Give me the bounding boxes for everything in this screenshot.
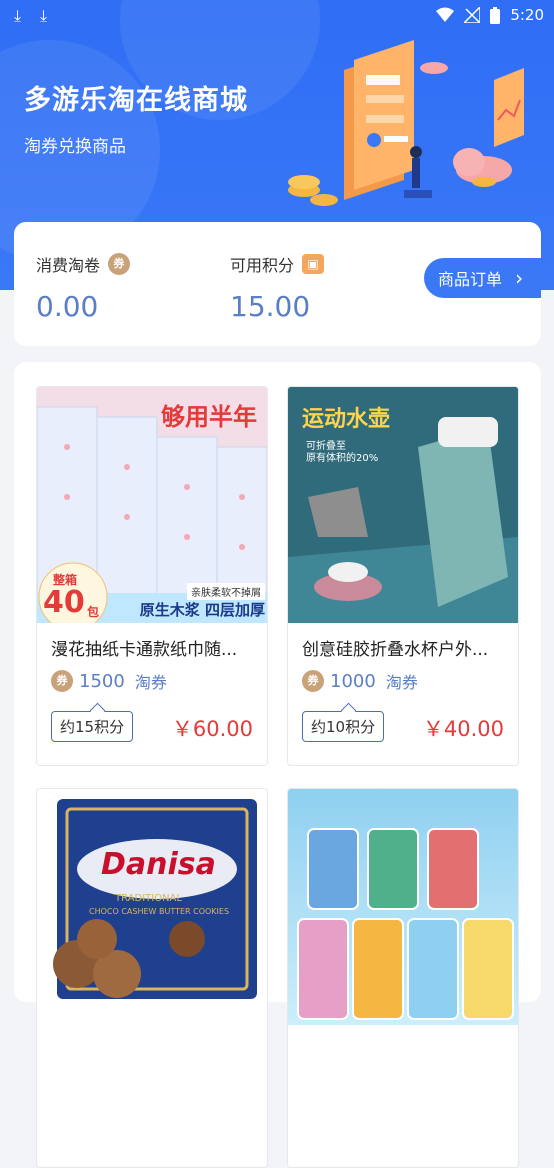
product-image-banner: 运动水壶 bbox=[302, 407, 391, 432]
download-icon: ⤓ bbox=[14, 6, 22, 25]
product-image-brand: Danisa bbox=[101, 847, 216, 882]
signal-off-icon bbox=[464, 7, 481, 23]
product-name: 创意硅胶折叠水杯户外... bbox=[302, 640, 489, 660]
coupon-amount: 1000 bbox=[330, 670, 376, 692]
product-image-badge-unit: 包 bbox=[87, 605, 100, 619]
points-tag: 约10积分 bbox=[302, 711, 385, 742]
coupon-value: 0.00 bbox=[36, 290, 99, 323]
product-image-badge-num: 40 bbox=[43, 585, 85, 620]
download-icon: ⤓ bbox=[40, 6, 48, 25]
product-image-banner: 够用半年 bbox=[161, 403, 257, 431]
points-value: 15.00 bbox=[230, 290, 311, 323]
product-image bbox=[288, 789, 518, 1025]
product-grid: 够用半年 整箱 40 包 亲肤柔软不掉屑 原生木浆 四层加厚 漫花抽纸卡通款纸巾… bbox=[14, 362, 541, 1168]
page-title: 多游乐淘在线商城 bbox=[24, 85, 248, 116]
product-image: 够用半年 整箱 40 包 亲肤柔软不掉屑 原生木浆 四层加厚 bbox=[37, 387, 267, 623]
product-image-line: TRADITIONAL bbox=[115, 893, 182, 904]
status-time: 5:20 bbox=[510, 6, 544, 24]
chevron-right-icon: › bbox=[515, 266, 524, 290]
coupon-price: 券 1500 淘券 bbox=[51, 669, 167, 693]
coupon-unit: 淘券 bbox=[134, 673, 167, 692]
wifi-icon bbox=[436, 7, 455, 22]
product-price: ￥40.00 bbox=[422, 717, 504, 741]
product-image-note: 亲肤柔软不掉屑 bbox=[187, 583, 265, 600]
snack-jars-image bbox=[297, 828, 514, 1020]
product-card[interactable]: 运动水壶 可折叠至 原有体积的20% 创意硅胶折叠水杯户外... 券 1000 … bbox=[287, 386, 519, 766]
product-image-line: CHOCO CASHEW BUTTER COOKIES bbox=[89, 907, 230, 916]
product-orders-label: 商品订单 bbox=[438, 270, 503, 289]
coupon-label: 消费淘卷 bbox=[36, 256, 101, 275]
coupon-price: 券 1000 淘券 bbox=[302, 669, 418, 693]
product-image-note: 原有体积的20% bbox=[306, 453, 379, 464]
points-balance: 可用积分 ▣ 15.00 bbox=[230, 252, 325, 323]
product-name: 漫花抽纸卡通款纸巾随... bbox=[51, 640, 238, 660]
coupon-amount: 1500 bbox=[79, 670, 125, 692]
shopping-illustration bbox=[288, 40, 524, 206]
points-tag: 约15积分 bbox=[51, 711, 134, 742]
product-card[interactable]: 够用半年 整箱 40 包 亲肤柔软不掉屑 原生木浆 四层加厚 漫花抽纸卡通款纸巾… bbox=[36, 386, 268, 766]
coupon-balance: 消费淘卷 券 0.00 bbox=[36, 252, 131, 323]
points-icon: ▣ bbox=[302, 254, 325, 274]
product-price: ￥60.00 bbox=[171, 717, 253, 741]
product-card[interactable]: Danisa TRADITIONAL CHOCO CASHEW BUTTER C… bbox=[36, 788, 268, 1168]
status-bar: ⤓ ⤓ 5:20 bbox=[0, 0, 554, 32]
coupon-icon: 券 bbox=[51, 670, 73, 692]
balance-summary: 消费淘卷 券 0.00 可用积分 ▣ 15.00 商品订单 › bbox=[14, 222, 541, 346]
coupon-unit: 淘券 bbox=[385, 673, 418, 692]
coupon-icon: 券 bbox=[108, 253, 131, 275]
product-image: Danisa TRADITIONAL CHOCO CASHEW BUTTER C… bbox=[37, 789, 267, 1025]
page-subtitle: 淘券兑换商品 bbox=[24, 137, 126, 157]
coupon-icon: 券 bbox=[302, 670, 324, 692]
product-image-strip: 原生木浆 四层加厚 bbox=[139, 601, 265, 619]
battery-icon bbox=[490, 6, 501, 24]
product-card[interactable] bbox=[287, 788, 519, 1168]
points-label: 可用积分 bbox=[230, 256, 295, 275]
product-orders-button[interactable]: 商品订单 › bbox=[424, 258, 541, 298]
product-image: 运动水壶 可折叠至 原有体积的20% bbox=[288, 387, 518, 623]
